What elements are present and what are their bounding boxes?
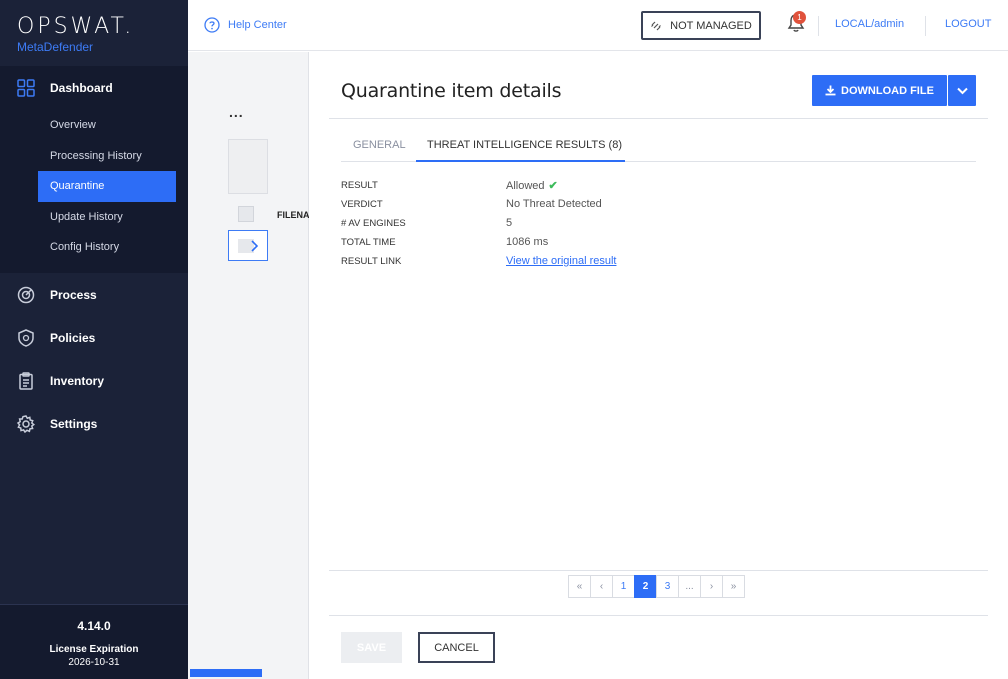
detail-key: VERDICT: [341, 199, 383, 210]
detail-key: RESULT: [341, 180, 378, 191]
pagination-page-3[interactable]: 3: [656, 575, 679, 598]
detail-value: 5: [506, 217, 513, 229]
sidebar-subitem-quarantine[interactable]: Quarantine: [38, 171, 176, 202]
help-circle-icon: [204, 17, 220, 33]
notification-count-badge: 1: [793, 11, 806, 24]
sidebar-item-inventory[interactable]: Inventory: [0, 360, 188, 403]
detail-key: # AV ENGINES: [341, 218, 406, 229]
pagination-next[interactable]: ›: [700, 575, 723, 598]
quarantine-list-background: ... FILENAME: [188, 52, 309, 679]
cancel-button[interactable]: CANCEL: [418, 632, 495, 663]
divider: [329, 570, 988, 571]
pagination: « ‹ 1 2 3 ... › »: [568, 575, 745, 598]
license-label: License Expiration: [49, 644, 139, 655]
pagination-first[interactable]: «: [568, 575, 591, 598]
list-placeholder: [228, 139, 268, 194]
sidebar-item-label: Process: [50, 288, 97, 302]
checkmark-icon: ✔: [548, 180, 558, 192]
sidebar-subitem-config-history[interactable]: Config History: [0, 232, 188, 263]
brand-name: OPSWAT.: [17, 14, 135, 39]
pagination-ellipsis: ...: [678, 575, 701, 598]
sidebar-item-dashboard[interactable]: Dashboard: [0, 66, 188, 110]
sidebar-subitem-processing-history[interactable]: Processing History: [0, 141, 188, 172]
unlink-icon: [650, 20, 662, 32]
sidebar-footer: 4.14.0 License Expiration 2026-10-31: [0, 604, 188, 679]
detail-key: RESULT LINK: [341, 256, 402, 267]
details-tabs: GENERAL THREAT INTELLIGENCE RESULTS (8): [341, 131, 976, 162]
detail-value: No Threat Detected: [506, 198, 602, 210]
dashboard-group: Dashboard Overview Processing History Qu…: [0, 66, 188, 273]
sidebar-item-label: Settings: [50, 417, 98, 431]
more-options-button[interactable]: ...: [229, 104, 244, 120]
pagination-last[interactable]: »: [722, 575, 745, 598]
not-managed-label: NOT MANAGED: [670, 19, 752, 32]
sidebar-subitem-update-history[interactable]: Update History: [0, 202, 188, 233]
save-button[interactable]: SAVE: [341, 632, 402, 663]
page-title: Quarantine item details: [341, 80, 562, 102]
logout-link[interactable]: LOGOUT: [945, 18, 991, 30]
pagination-page-2[interactable]: 2: [634, 575, 657, 598]
top-bar: Help Center NOT MANAGED 1 LOCAL/admin LO…: [188, 0, 1008, 51]
sidebar-item-process[interactable]: Process: [0, 274, 188, 317]
sidebar-item-label: Inventory: [50, 374, 105, 388]
clipboard-icon: [16, 371, 36, 391]
download-file-label: DOWNLOAD FILE: [841, 84, 934, 97]
quarantine-details-panel: Quarantine item details DOWNLOAD FILE GE…: [310, 52, 1008, 679]
shield-icon: [16, 328, 36, 348]
user-menu-link[interactable]: LOCAL/admin: [835, 18, 904, 30]
tab-threat-intelligence[interactable]: THREAT INTELLIGENCE RESULTS (8): [427, 139, 622, 151]
gear-icon: [16, 414, 36, 434]
sidebar-item-label: Policies: [50, 331, 96, 345]
help-center-link[interactable]: Help Center: [204, 17, 287, 33]
sidebar-item-label: Dashboard: [50, 81, 113, 95]
filename-column-header: FILENAME: [277, 210, 309, 220]
divider: [329, 615, 988, 616]
divider: [818, 16, 819, 36]
sidebar-item-policies[interactable]: Policies: [0, 317, 188, 360]
help-center-label: Help Center: [228, 19, 287, 31]
brand-logo[interactable]: OPSWAT. MetaDefender: [0, 0, 188, 66]
dashboard-grid-icon: [16, 78, 36, 98]
download-icon: [825, 85, 836, 96]
pagination-page-1[interactable]: 1: [612, 575, 635, 598]
active-tab-indicator: [416, 160, 625, 162]
download-file-button[interactable]: DOWNLOAD FILE: [812, 75, 947, 106]
brand-product: MetaDefender: [17, 40, 94, 54]
divider: [925, 16, 926, 36]
chevron-down-icon: [956, 87, 968, 94]
detail-key: TOTAL TIME: [341, 237, 396, 248]
target-icon: [16, 285, 36, 305]
chevron-right-icon: [251, 239, 258, 252]
loading-bar: [190, 669, 262, 677]
sidebar-item-settings[interactable]: Settings: [0, 403, 188, 446]
tab-general[interactable]: GENERAL: [353, 139, 406, 151]
original-result-link[interactable]: View the original result: [506, 255, 616, 267]
expand-row-button[interactable]: [228, 230, 268, 261]
pagination-prev[interactable]: ‹: [590, 575, 613, 598]
divider: [329, 118, 988, 119]
detail-value: 1086 ms: [506, 236, 549, 248]
license-date: 2026-10-31: [68, 657, 120, 668]
detail-value-wrap: View the original result: [506, 255, 616, 267]
sidebar: OPSWAT. MetaDefender Dashboard Overview …: [0, 0, 188, 679]
select-all-checkbox[interactable]: [238, 206, 254, 222]
not-managed-button[interactable]: NOT MANAGED: [641, 11, 761, 40]
detail-value: Allowed: [506, 180, 545, 192]
version-label: 4.14.0: [77, 619, 111, 633]
detail-value-wrap: Allowed ✔: [506, 179, 558, 192]
download-options-button[interactable]: [948, 75, 976, 106]
sidebar-subitem-overview[interactable]: Overview: [0, 110, 188, 141]
